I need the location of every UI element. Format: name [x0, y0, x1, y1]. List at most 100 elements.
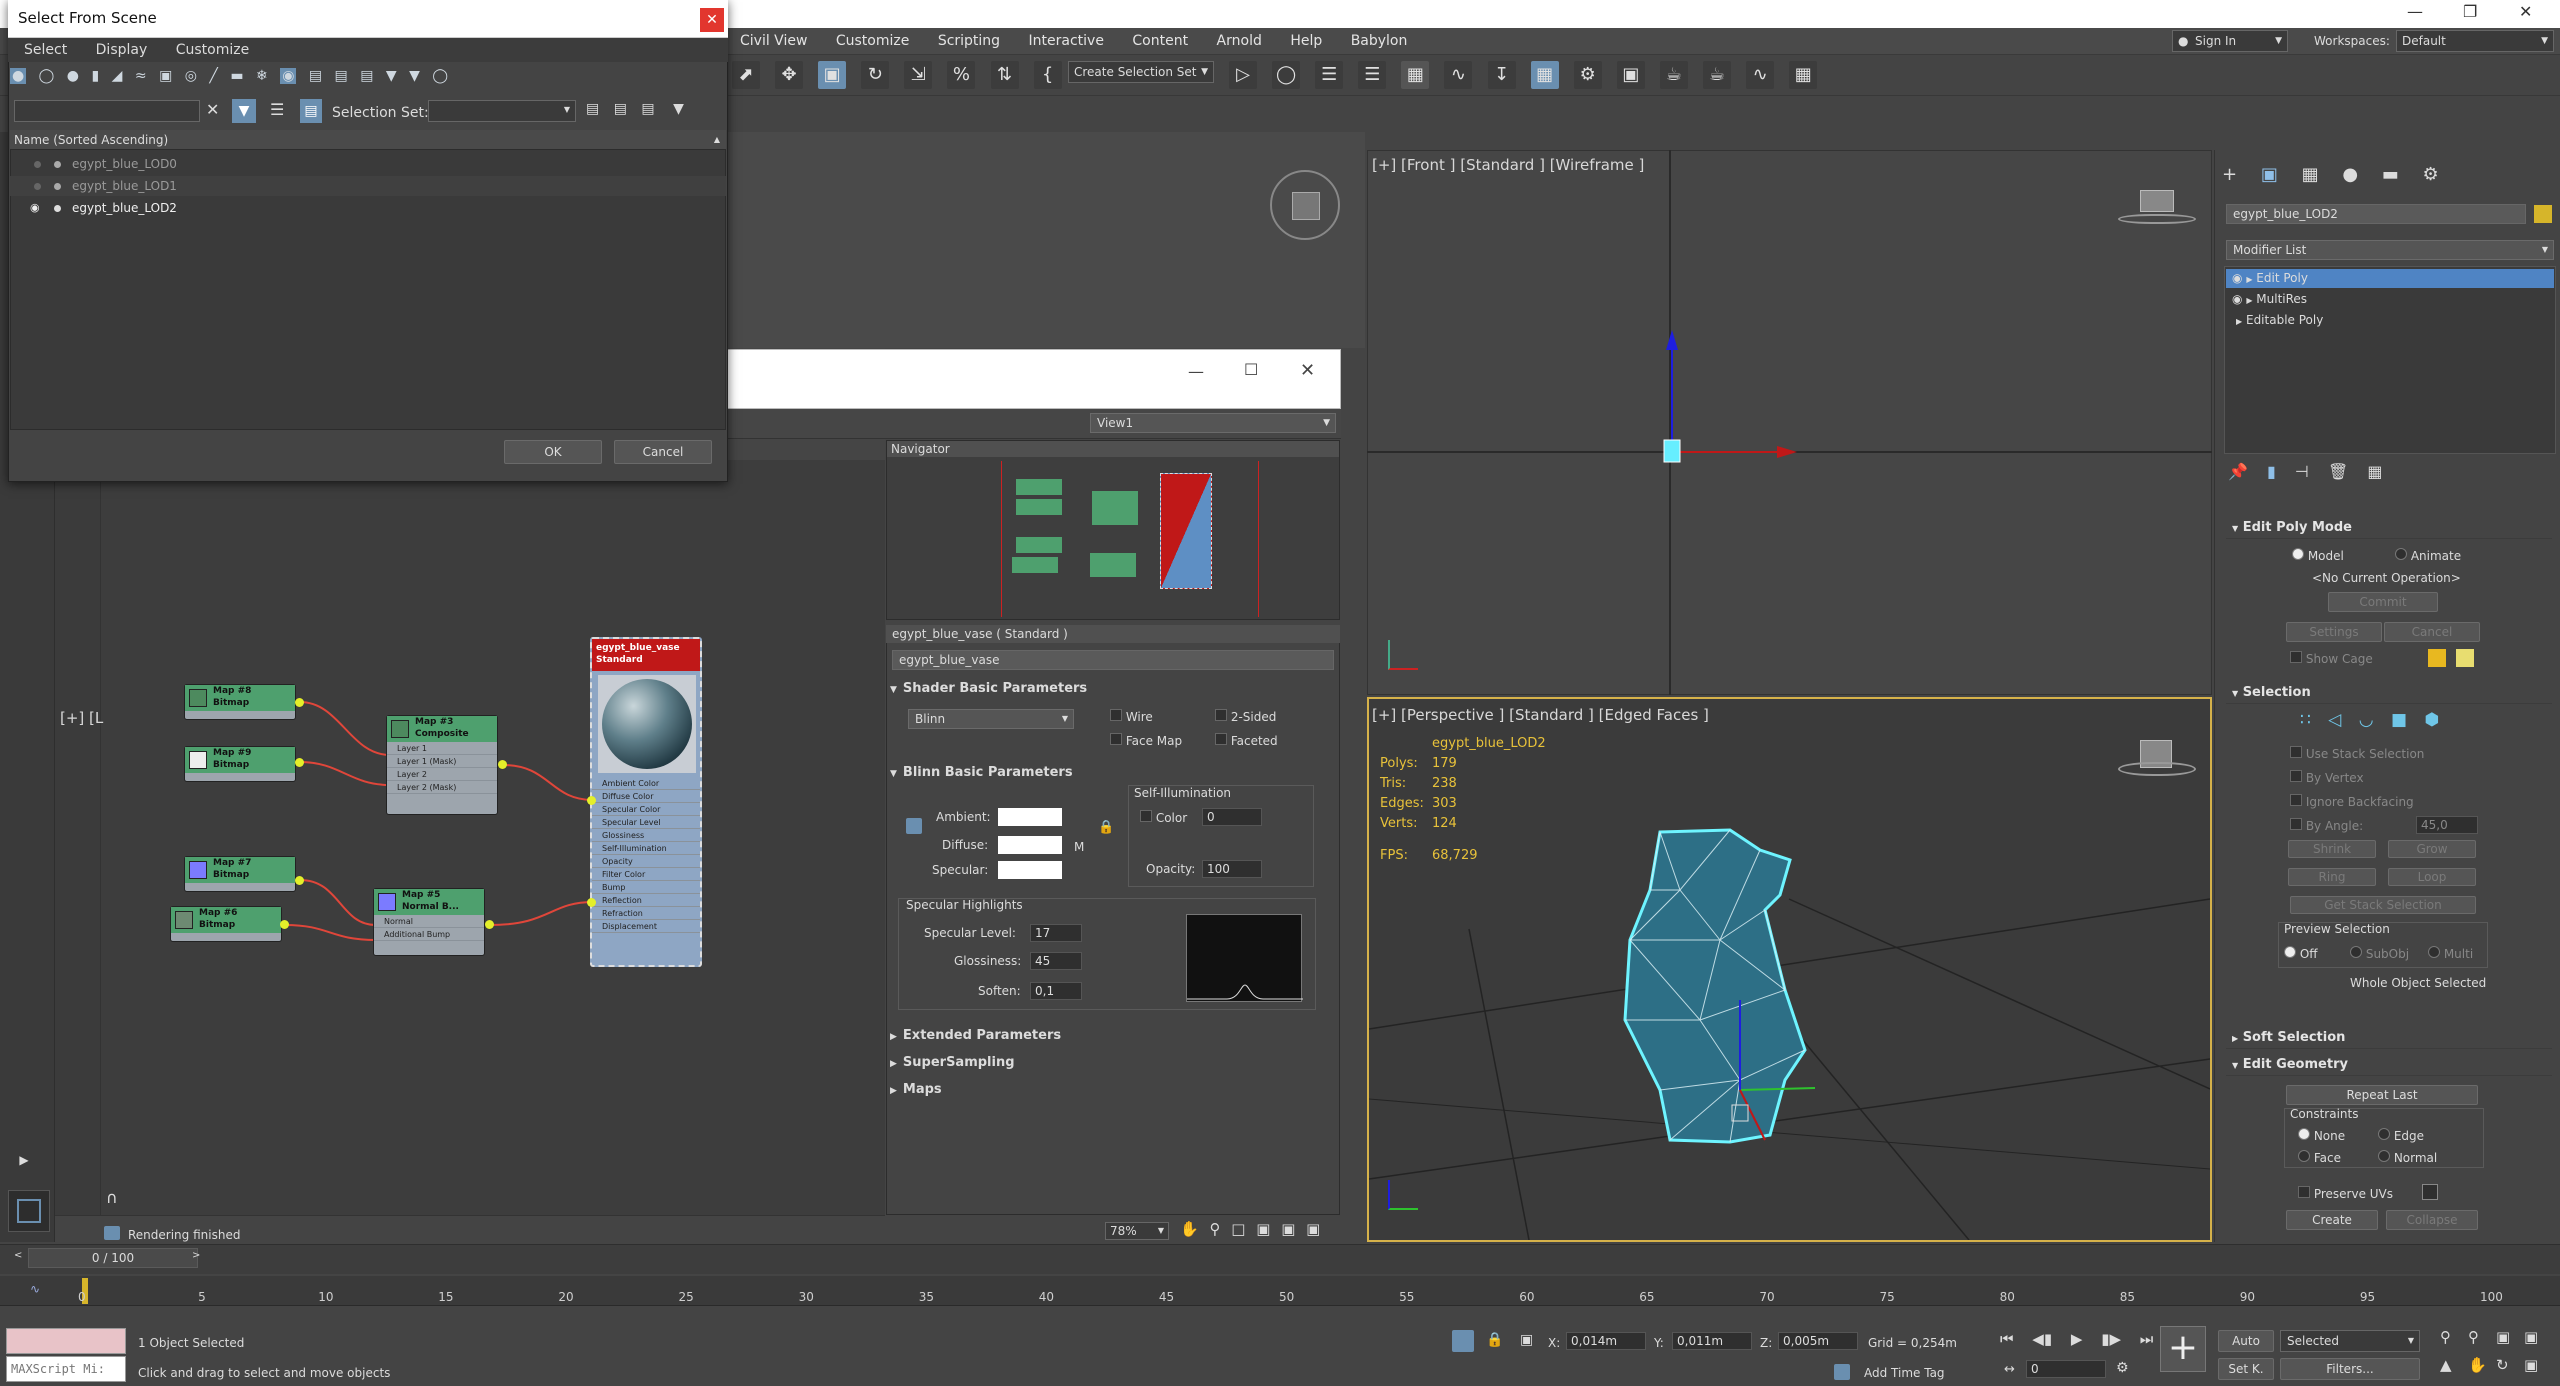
maxscript-listener[interactable]: MAXScript Mi: — [6, 1356, 126, 1382]
pan-icon[interactable]: ✋ — [1180, 1220, 1199, 1238]
hide-toggle-icon[interactable] — [34, 161, 41, 168]
name-column-header[interactable]: Name (Sorted Ascending) ▲ — [10, 130, 726, 150]
maps-rollout[interactable]: ▶ Maps — [890, 1079, 1336, 1101]
play-icon[interactable]: ▶ — [14, 1150, 34, 1170]
ring-button[interactable]: Ring — [2288, 868, 2376, 886]
render-icon[interactable]: ☕ — [1659, 61, 1688, 89]
show-cage-checkbox[interactable]: Show Cage — [2290, 651, 2373, 666]
node-slot[interactable]: Self-Illumination — [592, 842, 700, 855]
diffuse-swatch[interactable] — [998, 836, 1062, 854]
edit-selection-set-icon[interactable]: ▤ — [614, 101, 627, 117]
schematic-view-icon[interactable]: ▦ — [1530, 61, 1559, 89]
group-filter-icon[interactable]: ▣ — [159, 68, 172, 84]
node-output-socket[interactable] — [485, 920, 494, 929]
maximize-viewport-icon[interactable]: ▣ — [2524, 1356, 2538, 1374]
minimize-icon[interactable]: — — [2407, 2, 2423, 21]
constraint-none-radio[interactable]: None — [2298, 1128, 2345, 1143]
layer-explorer-icon[interactable]: ☰ — [1358, 61, 1387, 89]
menu-interactive[interactable]: Interactive — [1029, 33, 1104, 49]
motion-tab-icon[interactable]: ● — [2342, 164, 2358, 185]
container-filter-icon[interactable]: ▬ — [230, 68, 243, 84]
node-slot[interactable]: Specular Color — [592, 803, 700, 816]
display-children-icon[interactable]: ▤ — [309, 68, 322, 84]
camera-filter-icon[interactable]: ▮ — [91, 68, 99, 84]
model-radio[interactable]: Model — [2292, 548, 2344, 563]
modifier-list-dropdown[interactable]: Modifier List ▼ — [2226, 240, 2554, 260]
glossiness-spinner[interactable]: 45 — [1030, 952, 1082, 970]
pan-icon[interactable]: ✋ — [2468, 1356, 2487, 1374]
commit-button[interactable]: Commit — [2328, 592, 2438, 612]
dialog-menu-display[interactable]: Display — [96, 42, 148, 58]
cancel-button[interactable]: Cancel — [614, 440, 712, 464]
node-slot[interactable]: Glossiness — [592, 829, 700, 842]
edit-geometry-header[interactable]: ▼ Edit Geometry — [2226, 1054, 2552, 1076]
menu-babylon[interactable]: Babylon — [1351, 33, 1408, 49]
self-illum-color-checkbox[interactable]: Color — [1140, 810, 1187, 825]
render-active-icon[interactable]: ☕ — [1703, 61, 1732, 89]
object-color-swatch[interactable] — [2534, 205, 2552, 223]
node-slot[interactable]: Filter Color — [592, 868, 700, 881]
slate-node-icon[interactable]: ∩ — [106, 1188, 130, 1212]
node-output-socket[interactable] — [280, 920, 289, 929]
polygon-icon[interactable]: ■ — [2391, 710, 2407, 730]
ambient-lock-icon[interactable] — [906, 818, 922, 834]
isolate-selection-icon[interactable] — [1452, 1330, 1474, 1352]
zoom-extents-icon[interactable]: ▣ — [2496, 1328, 2510, 1346]
diffuse-map-button[interactable]: M — [1074, 840, 1084, 854]
close-icon[interactable]: ✕ — [2519, 2, 2532, 21]
node-slot[interactable]: Layer 1 (Mask) — [387, 755, 497, 768]
spec-level-spinner[interactable]: 17 — [1030, 924, 1082, 942]
node-output-socket[interactable] — [295, 758, 304, 767]
node-slot[interactable]: Bump — [592, 881, 700, 894]
get-stack-selection-button[interactable]: Get Stack Selection — [2290, 896, 2476, 914]
node-slot[interactable]: Normal — [374, 915, 484, 928]
zoom-region-icon[interactable]: □ — [1231, 1220, 1245, 1238]
current-frame-field[interactable]: 0 — [2026, 1360, 2106, 1378]
display-dependents-icon[interactable]: ▤ — [360, 68, 373, 84]
key-filter-dropdown[interactable]: Selected ▼ — [2280, 1330, 2420, 1352]
front-viewport-label[interactable]: [+] [Front ] [Standard ] [Wireframe ] — [1372, 156, 1644, 174]
hierarchy-tab-icon[interactable]: ▦ — [2302, 164, 2319, 185]
stack-item-multires[interactable]: ◉ ▶ MultiRes — [2226, 290, 2554, 309]
time-prev-icon[interactable]: < — [14, 1250, 22, 1261]
maximize-view-icon[interactable]: ▣ — [1306, 1220, 1320, 1238]
node-output-socket[interactable] — [295, 876, 304, 885]
face-map-checkbox[interactable]: Face Map — [1110, 733, 1182, 748]
node-map3[interactable]: Map #3 Composite Layer 1 Layer 1 (Mask) L… — [386, 715, 498, 815]
helper-filter-icon[interactable]: ◢ — [112, 68, 123, 84]
node-input-socket[interactable] — [587, 796, 596, 805]
close-icon[interactable]: ✕ — [1300, 360, 1315, 381]
by-angle-checkbox[interactable]: By Angle: — [2290, 818, 2363, 833]
prev-frame-icon[interactable]: ◀▮ — [2032, 1330, 2052, 1348]
ribbon-icon[interactable]: ▦ — [1401, 61, 1430, 89]
dialog-menu-select[interactable]: Select — [24, 42, 67, 58]
filter-options-icon[interactable]: ◯ — [432, 68, 448, 84]
add-selection-set-icon[interactable]: ▤ — [586, 101, 599, 117]
maxscript-listener-top[interactable] — [6, 1328, 126, 1354]
slate-layout-icon[interactable] — [8, 1190, 50, 1232]
selection-set-dropdown[interactable]: ▼ — [428, 100, 576, 122]
preview-subobj-radio[interactable]: SubObj — [2350, 946, 2409, 961]
node-map9[interactable]: Map #9 Bitmap — [184, 746, 296, 782]
minimize-icon[interactable]: — — [1188, 362, 1204, 381]
find-case-sensitive-icon[interactable]: ▼ — [232, 99, 256, 123]
ignore-backfacing-checkbox[interactable]: Ignore Backfacing — [2290, 794, 2414, 809]
object-row[interactable]: egypt_blue_LOD0 — [10, 154, 726, 174]
key-filters-button[interactable]: Filters... — [2280, 1358, 2420, 1380]
spinner-snap-icon[interactable]: ⇅ — [990, 61, 1019, 89]
by-vertex-checkbox[interactable]: By Vertex — [2290, 770, 2364, 785]
node-slot[interactable]: Additional Bump — [374, 928, 484, 941]
menu-content[interactable]: Content — [1132, 33, 1188, 49]
create-button[interactable]: Create — [2286, 1210, 2378, 1230]
stack-item-edit-poly[interactable]: ◉ ▶ Edit Poly — [2226, 269, 2554, 288]
maximize-icon[interactable]: ☐ — [1244, 360, 1258, 379]
grid-icon[interactable]: ▦ — [1789, 61, 1818, 89]
menu-help[interactable]: Help — [1290, 33, 1322, 49]
soften-spinner[interactable]: 0,1 — [1030, 982, 1082, 1000]
zoom-extents-icon[interactable]: ▣ — [1256, 1220, 1270, 1238]
pin-stack-icon[interactable]: 📌 — [2228, 462, 2248, 481]
light-filter-icon[interactable]: ● — [67, 68, 79, 84]
eye-icon[interactable]: ◉ — [2232, 271, 2242, 285]
zoom-extents-all-icon[interactable]: ▣ — [2524, 1328, 2538, 1346]
xref-filter-icon[interactable]: ◎ — [185, 68, 197, 84]
